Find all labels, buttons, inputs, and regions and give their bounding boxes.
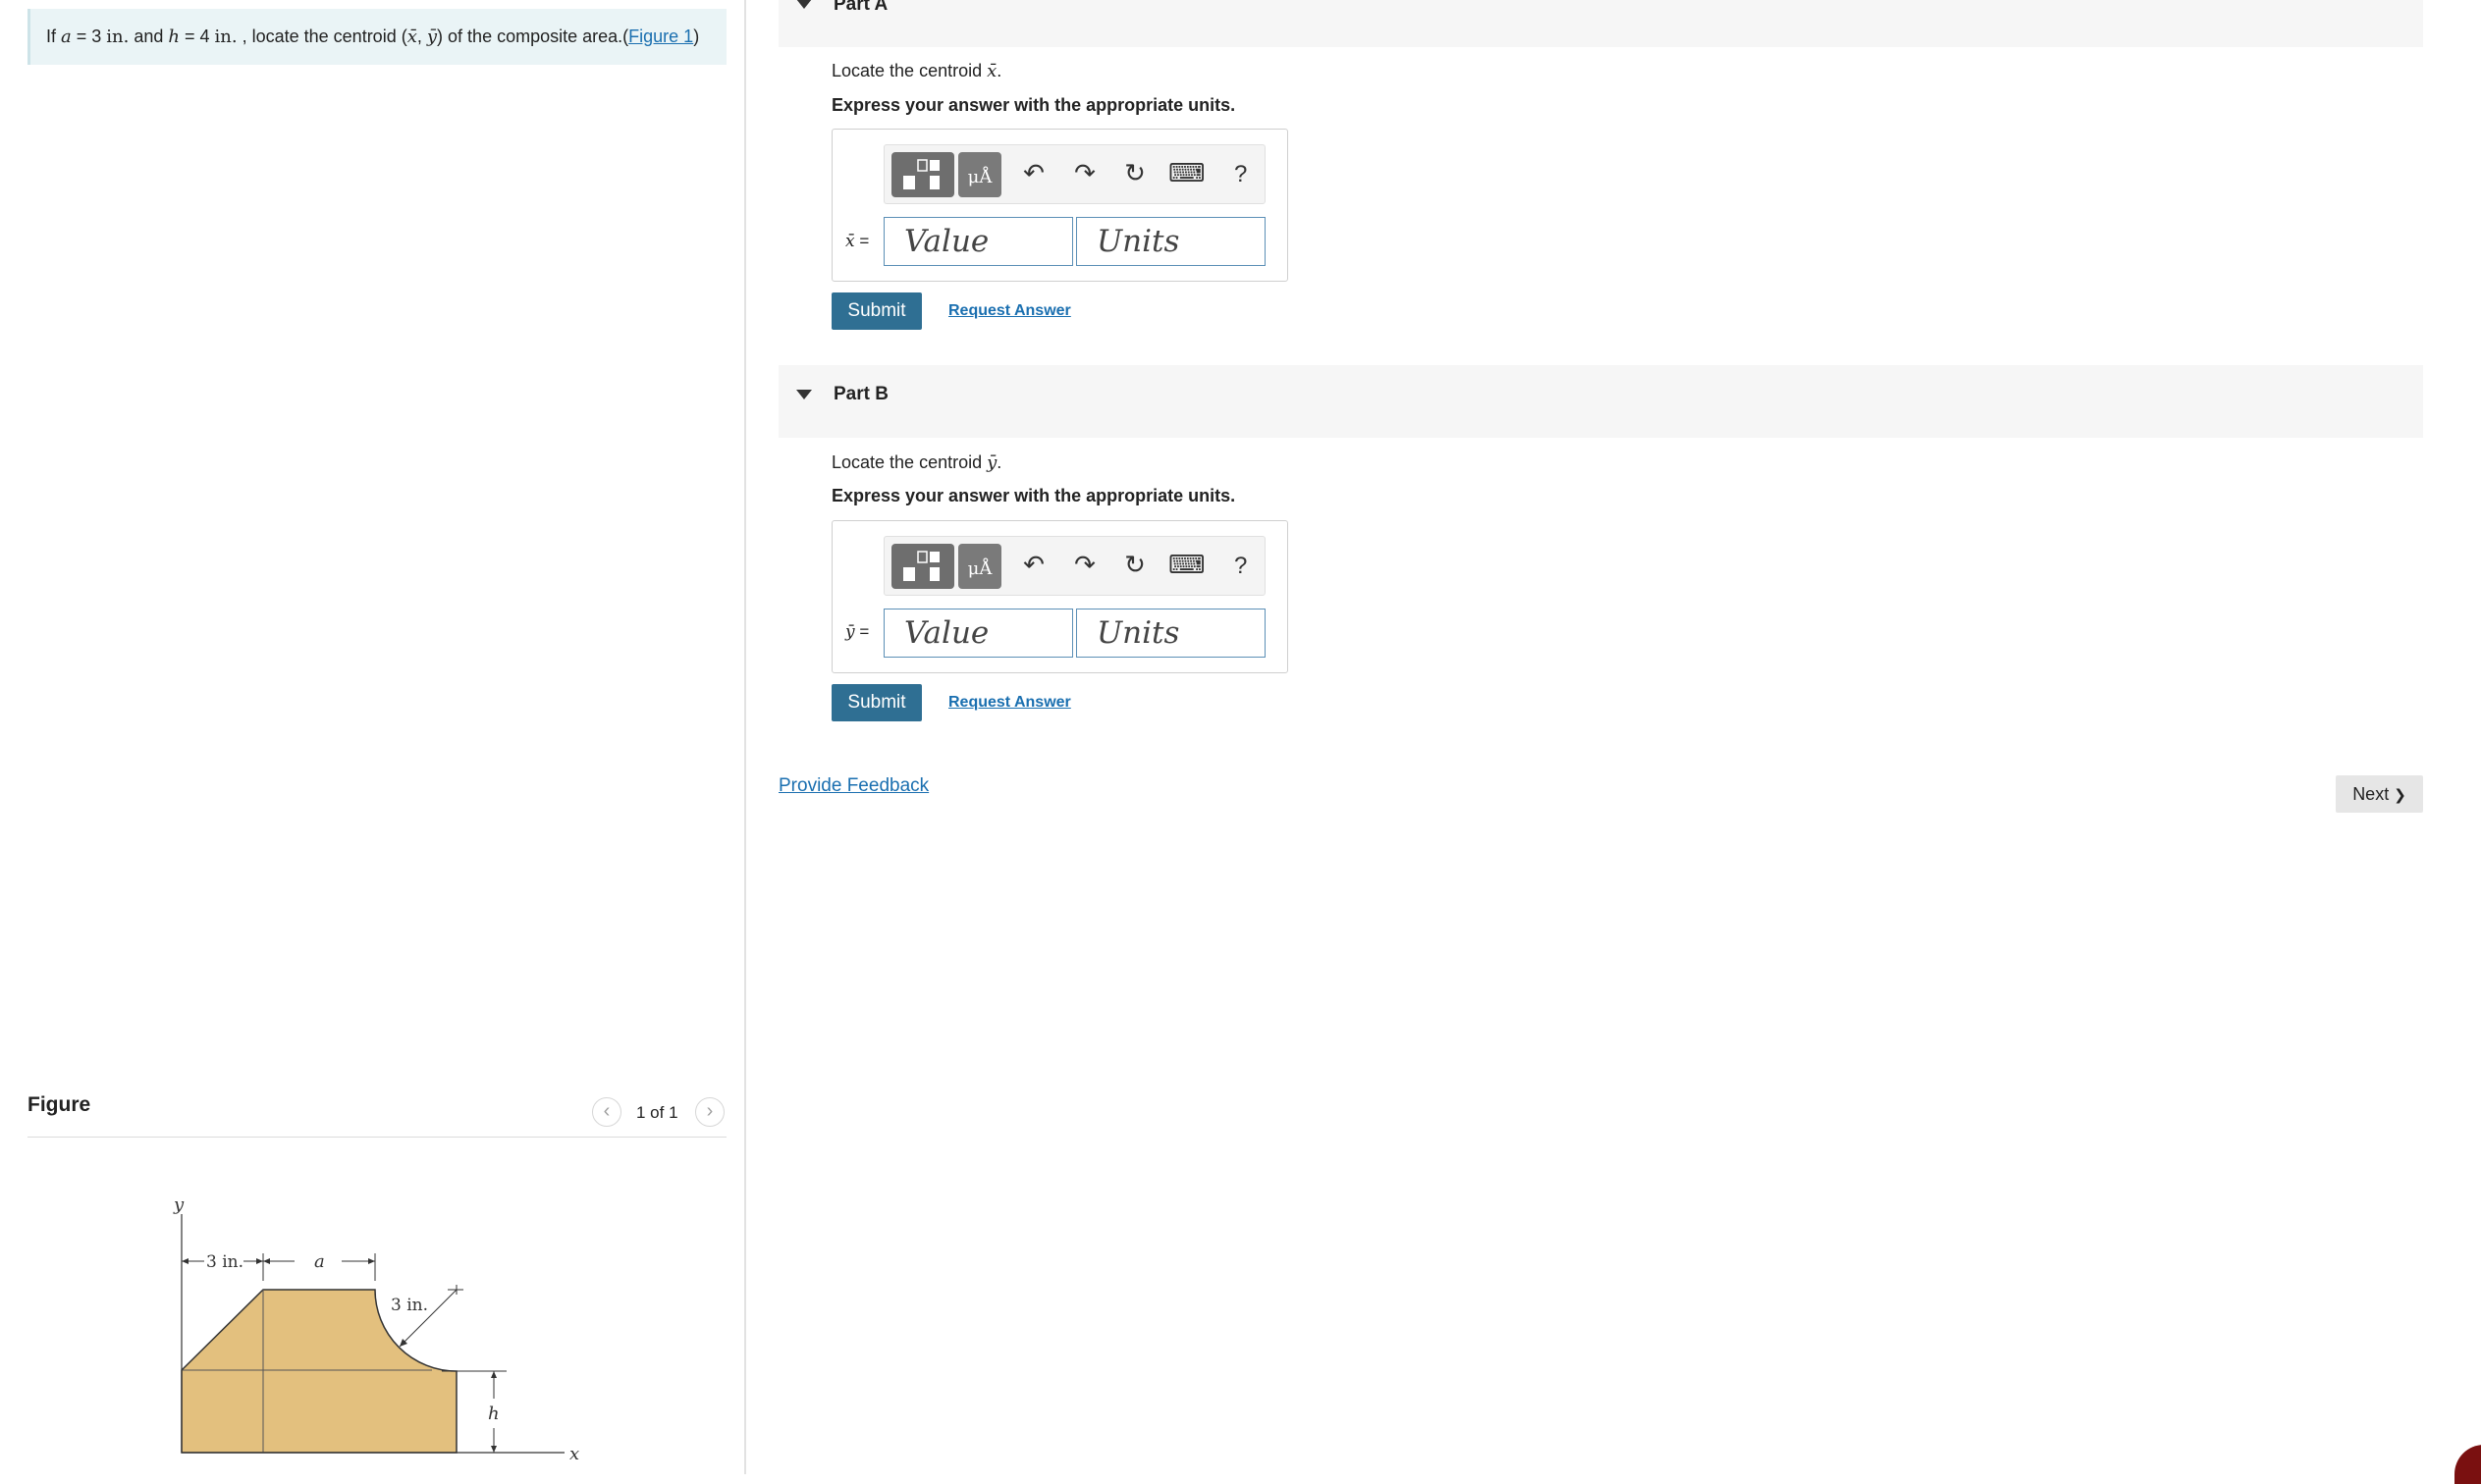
reset-icon[interactable]: ↻ [1117, 158, 1153, 188]
prompt-text: . [997, 452, 1002, 472]
help-icon[interactable]: ? [1234, 161, 1247, 188]
part-a-request-answer-link[interactable]: Request Answer [948, 302, 1071, 320]
ybar-symbol: ȳ [845, 622, 855, 642]
caret-down-icon [796, 0, 812, 9]
equals-sign: = [854, 232, 870, 250]
x-axis-label: x [569, 1444, 579, 1464]
templates-button[interactable] [891, 544, 954, 589]
units-button[interactable]: μÅ [958, 152, 1001, 197]
part-b-header[interactable]: Part B [779, 365, 2423, 438]
next-label: Next [2352, 784, 2390, 804]
template-icon [903, 159, 940, 189]
unit-in: in. [106, 26, 130, 47]
part-b-instruction: Express your answer with the appropriate… [832, 486, 1236, 505]
part-b-submit-button[interactable]: Submit [832, 684, 922, 721]
part-b-units-input[interactable] [1076, 609, 1266, 658]
problem-text: and [129, 26, 169, 46]
problem-text: , locate the centroid ( [237, 26, 407, 46]
figure-title: Figure [27, 1093, 91, 1116]
keyboard-icon[interactable]: ⌨ [1168, 550, 1206, 580]
dim-label-radius: 3 in. [391, 1296, 428, 1315]
undo-icon[interactable]: ↶ [1016, 158, 1052, 188]
redo-icon[interactable]: ↷ [1067, 158, 1103, 188]
figure-link[interactable]: Figure 1 [628, 26, 693, 46]
units-button[interactable]: μÅ [958, 544, 1001, 589]
caret-down-icon [796, 390, 812, 399]
prompt-text: Locate the centroid [832, 452, 988, 472]
chevron-right-icon: ❯ [2394, 787, 2406, 804]
dim-label-a: a [314, 1251, 325, 1272]
figure-divider [27, 1137, 727, 1138]
part-a-submit-button[interactable]: Submit [832, 292, 922, 330]
part-a-prompt: Locate the centroid x̄. [832, 61, 1001, 81]
composite-area-figure: y x 3 in. a 3 in. h [173, 1194, 579, 1464]
problem-text: ) of the composite area.( [437, 26, 629, 46]
part-a-value-input[interactable] [884, 217, 1073, 266]
part-b-toolbar: μÅ ↶ ↷ ↻ ⌨ ? [884, 536, 1266, 596]
part-a-instruction: Express your answer with the appropriate… [832, 95, 1236, 115]
part-b-value-input[interactable] [884, 609, 1073, 658]
equals-sign: = [854, 622, 870, 641]
chevron-left-icon: ‹ [603, 1100, 611, 1122]
part-a-title: Part A [834, 0, 889, 15]
part-a-variable-label: x̄ = [845, 232, 869, 251]
part-b-request-answer-link[interactable]: Request Answer [948, 694, 1071, 712]
var-a: a [61, 26, 72, 47]
provide-feedback-link[interactable]: Provide Feedback [779, 775, 929, 797]
window-corner [2454, 1445, 2481, 1484]
figure-next-button[interactable]: › [695, 1097, 725, 1127]
xbar-symbol: x̄ [406, 26, 417, 47]
problem-text: If [46, 26, 62, 46]
unit-in: in. [214, 26, 238, 47]
ybar-symbol: ȳ [987, 452, 998, 473]
var-h: h [168, 26, 180, 47]
undo-icon[interactable]: ↶ [1016, 550, 1052, 580]
problem-text: = 3 [71, 26, 107, 46]
y-axis-label: y [173, 1194, 185, 1215]
redo-icon[interactable]: ↷ [1067, 550, 1103, 580]
prompt-text: . [997, 61, 1002, 80]
dim-label-h: h [488, 1404, 500, 1424]
column-divider [744, 0, 746, 1474]
ybar-symbol: ȳ [426, 26, 438, 47]
part-a-units-input[interactable] [1076, 217, 1266, 266]
problem-statement: If a = 3 in. and h = 4 in. , locate the … [27, 9, 727, 65]
keyboard-icon[interactable]: ⌨ [1168, 158, 1206, 188]
figure-page-count: 1 of 1 [636, 1103, 678, 1122]
part-b-title: Part B [834, 384, 889, 404]
templates-button[interactable] [891, 152, 954, 197]
part-b-variable-label: ȳ = [845, 622, 869, 642]
problem-text: , [416, 26, 427, 46]
chevron-right-icon: › [706, 1100, 714, 1122]
problem-text: = 4 [180, 26, 215, 46]
dim-label-left: 3 in. [206, 1252, 243, 1272]
part-a-header[interactable]: Part A [779, 0, 2423, 47]
reset-icon[interactable]: ↻ [1117, 550, 1153, 580]
template-icon [903, 551, 940, 581]
part-a-toolbar: μÅ ↶ ↷ ↻ ⌨ ? [884, 144, 1266, 204]
figure-prev-button[interactable]: ‹ [592, 1097, 621, 1127]
part-b-prompt: Locate the centroid ȳ. [832, 452, 1001, 473]
problem-text: ) [693, 26, 700, 46]
xbar-symbol: x̄ [987, 61, 998, 81]
next-button[interactable]: Next ❯ [2336, 775, 2423, 813]
xbar-symbol: x̄ [845, 232, 855, 251]
help-icon[interactable]: ? [1234, 553, 1247, 580]
prompt-text: Locate the centroid [832, 61, 988, 80]
